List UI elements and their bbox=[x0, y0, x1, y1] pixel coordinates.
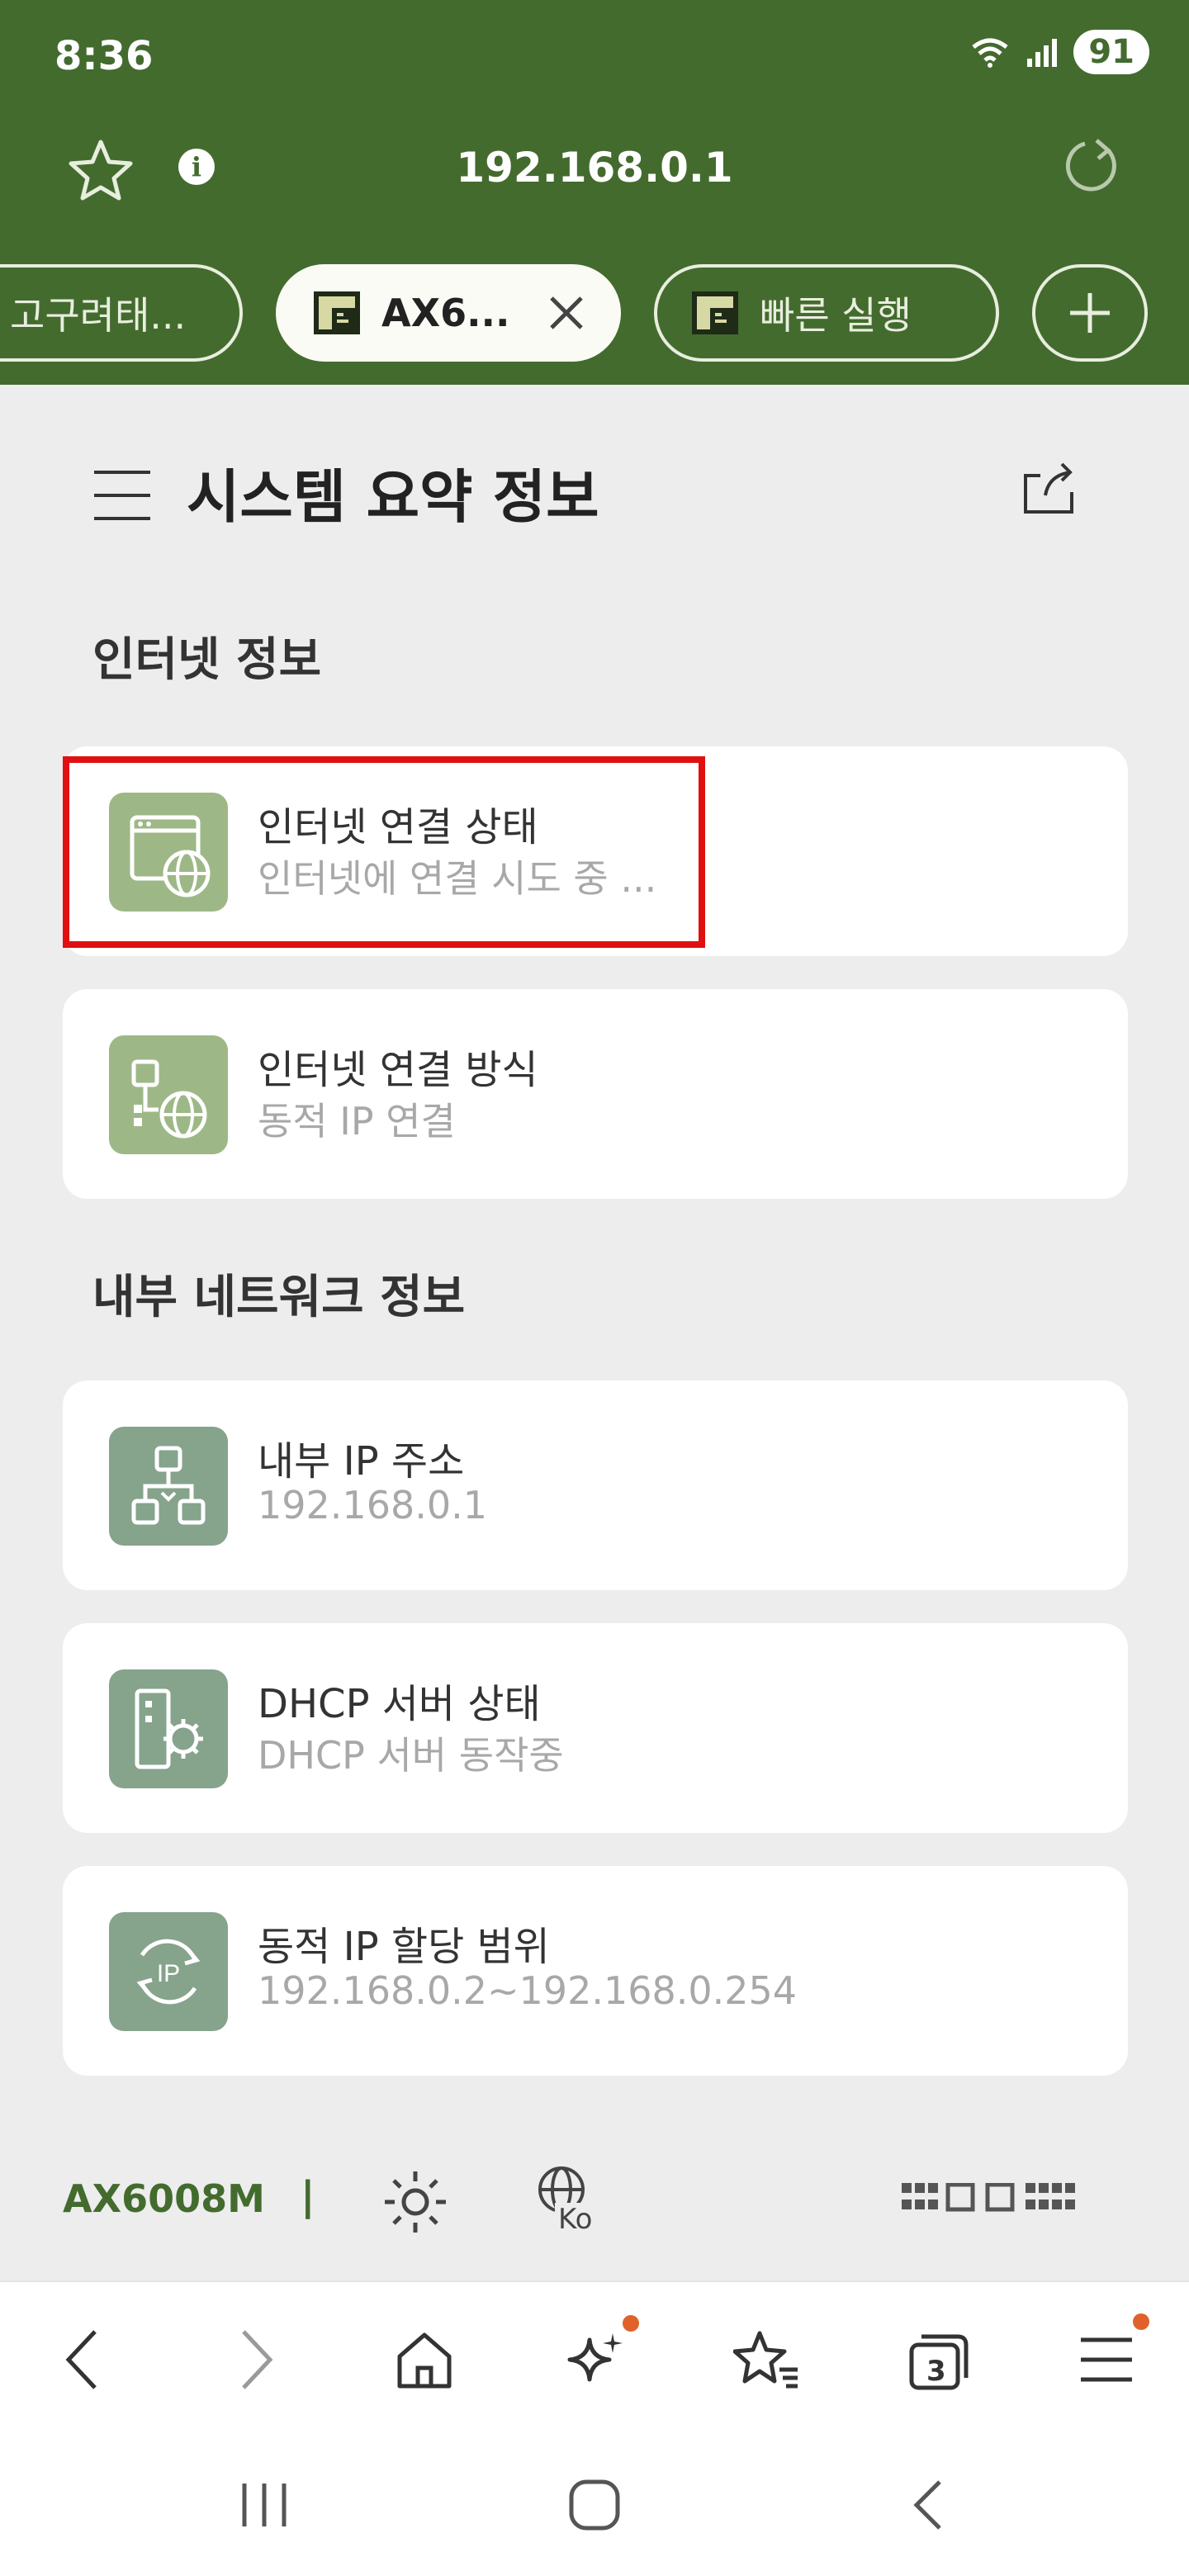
home-circle-icon[interactable] bbox=[568, 2479, 621, 2531]
sparkle-icon bbox=[567, 2333, 623, 2382]
card-dhcp-range[interactable]: IP 동적 IP 할당 범위 192.168.0.2~192.168.0.254 bbox=[63, 1866, 1128, 2076]
tab-label: 고구려태... bbox=[10, 293, 187, 338]
notification-dot bbox=[623, 2315, 639, 2332]
separator: | bbox=[301, 2173, 315, 2219]
plus-icon bbox=[1070, 293, 1110, 333]
router-favicon-icon bbox=[692, 291, 738, 334]
signal-icon bbox=[1027, 39, 1058, 67]
ip-cycle-icon: IP bbox=[109, 1912, 228, 2031]
card-value: 192.168.0.2~192.168.0.254 bbox=[258, 1968, 798, 2013]
tab-label: AX6... bbox=[381, 291, 510, 335]
gear-icon[interactable] bbox=[380, 2166, 451, 2237]
card-internal-ip[interactable]: 내부 IP 주소 192.168.0.1 bbox=[63, 1380, 1128, 1590]
menu-icon[interactable] bbox=[92, 469, 152, 522]
status-icons: 91 bbox=[969, 30, 1149, 74]
forward-button[interactable] bbox=[215, 2318, 297, 2401]
card-title: DHCP 서버 상태 bbox=[258, 1681, 541, 1727]
card-title: 인터넷 연결 방식 bbox=[258, 1047, 538, 1093]
card-connection-type[interactable]: 인터넷 연결 방식 동적 IP 연결 bbox=[63, 989, 1128, 1199]
forward-icon bbox=[242, 2330, 273, 2389]
tab-label: 빠른 실행 bbox=[760, 293, 912, 338]
svg-text:IP: IP bbox=[157, 1960, 180, 1987]
back-icon bbox=[65, 2330, 97, 2389]
ai-assist-button[interactable] bbox=[555, 2315, 639, 2401]
card-value: DHCP 서버 동작중 bbox=[258, 1733, 564, 1778]
home-button[interactable] bbox=[383, 2318, 466, 2401]
tab-ax6-active[interactable]: AX6... bbox=[276, 264, 621, 362]
reload-icon[interactable] bbox=[1060, 135, 1123, 198]
hierarchy-icon bbox=[109, 1427, 228, 1546]
new-tab-button[interactable] bbox=[1032, 264, 1148, 362]
section-title-internet: 인터넷 정보 bbox=[92, 633, 322, 687]
bookmarks-button[interactable] bbox=[725, 2318, 808, 2401]
page-title: 시스템 요약 정보 bbox=[187, 463, 599, 531]
language-code: Ko bbox=[555, 2203, 596, 2236]
highlight-box bbox=[63, 756, 705, 948]
network-globe-icon bbox=[109, 1035, 228, 1154]
status-time: 8:36 bbox=[54, 33, 154, 79]
battery-indicator: 91 bbox=[1073, 30, 1149, 74]
bookmarks-icon bbox=[733, 2331, 798, 2389]
tabs-button[interactable]: 3 bbox=[895, 2318, 978, 2401]
model-name: AX6008M bbox=[63, 2176, 265, 2221]
tab-quick-launch[interactable]: 빠른 실행 bbox=[654, 264, 999, 362]
section-title-lan: 내부 네트워크 정보 bbox=[92, 1271, 466, 1324]
home-icon bbox=[397, 2332, 452, 2389]
system-back-icon[interactable] bbox=[912, 2479, 945, 2531]
language-globe-icon[interactable]: Ko bbox=[532, 2163, 598, 2237]
notification-dot bbox=[1133, 2313, 1149, 2330]
menu-button[interactable] bbox=[1065, 2313, 1149, 2401]
url-text[interactable]: 192.168.0.1 bbox=[0, 144, 1189, 192]
browser-top-bar: 8:36 91 i 192.168.0.1 고구려태... AX6... 빠른 … bbox=[0, 0, 1189, 385]
layout-icon[interactable] bbox=[902, 2183, 1126, 2216]
recents-icon[interactable] bbox=[239, 2482, 289, 2528]
hamburger-icon bbox=[1081, 2337, 1132, 2382]
tab-gogurye[interactable]: 고구려태... bbox=[0, 264, 243, 362]
wifi-icon bbox=[972, 38, 1008, 68]
close-icon[interactable] bbox=[548, 295, 585, 331]
back-button[interactable] bbox=[41, 2318, 124, 2401]
system-nav-bar bbox=[0, 2429, 1189, 2576]
card-value: 192.168.0.1 bbox=[258, 1483, 487, 1527]
card-title: 내부 IP 주소 bbox=[258, 1438, 465, 1485]
share-icon[interactable] bbox=[1019, 459, 1078, 519]
browser-bottom-nav: 3 bbox=[0, 2280, 1189, 2431]
card-dhcp-status[interactable]: DHCP 서버 상태 DHCP 서버 동작중 bbox=[63, 1623, 1128, 1833]
server-gear-icon bbox=[109, 1669, 228, 1788]
router-favicon-icon bbox=[314, 291, 360, 334]
card-value: 동적 IP 연결 bbox=[258, 1099, 456, 1144]
tab-count: 3 bbox=[926, 2355, 946, 2388]
card-title: 동적 IP 할당 범위 bbox=[258, 1924, 550, 1970]
